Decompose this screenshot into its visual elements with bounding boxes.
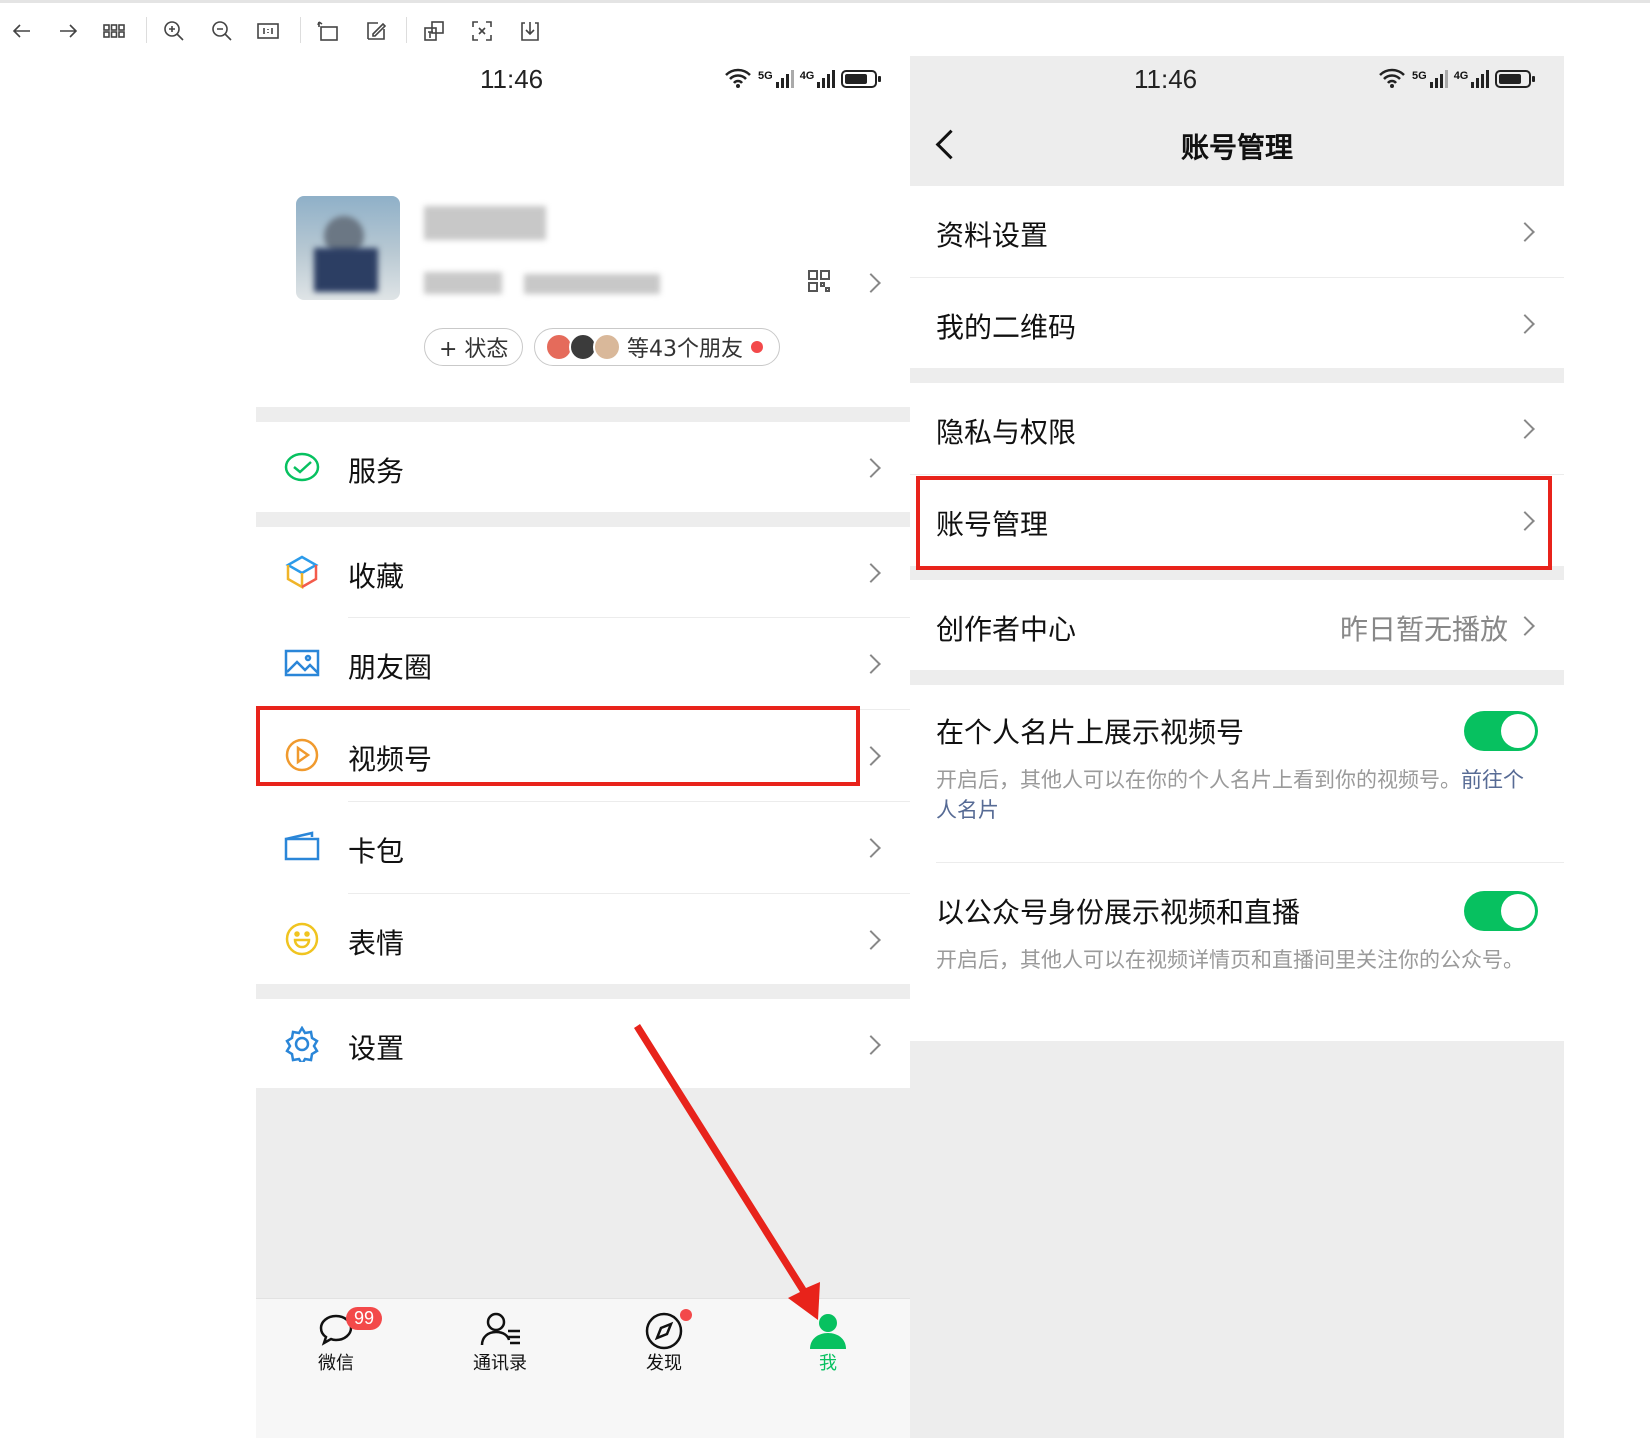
- highlight-box-account-management: [916, 476, 1552, 570]
- signal-5g-icon: 5G: [1412, 70, 1448, 88]
- chevron-right-icon: [1515, 314, 1535, 334]
- status-icons: 5G 4G: [724, 68, 882, 88]
- chevron-right-icon: [1515, 222, 1535, 242]
- zoom-out-icon[interactable]: [206, 15, 238, 47]
- battery-icon: [1495, 70, 1536, 88]
- back-arrow-icon[interactable]: [6, 15, 38, 47]
- profile-chevron-icon[interactable]: [861, 273, 881, 293]
- grid-icon[interactable]: [98, 15, 130, 47]
- unread-badge: 99: [346, 1307, 383, 1330]
- status-icons: 5G 4G: [1378, 68, 1536, 88]
- add-status-button[interactable]: + 状态: [424, 328, 524, 366]
- signal-4g-icon: 4G: [800, 70, 836, 88]
- menu-item-card-wallet[interactable]: 卡包: [256, 802, 910, 893]
- chevron-right-icon: [861, 930, 881, 950]
- signal-4g-icon: 4G: [1454, 70, 1490, 88]
- chevron-right-icon: [1515, 616, 1535, 636]
- official-account-toggle[interactable]: [1464, 891, 1538, 931]
- favorites-cube-icon: [284, 554, 320, 594]
- chevron-right-icon: [861, 458, 881, 478]
- wechat-id-redacted: [424, 272, 502, 294]
- wechat-id-redacted-2: [524, 274, 660, 294]
- item-profile-settings[interactable]: 资料设置: [910, 186, 1564, 277]
- card-wallet-icon: [284, 829, 320, 869]
- highlight-box-channels: [256, 706, 860, 786]
- account-management-screen: 11:46 5G 4G 账号管理 资料设置 我的二维码 隐私与权限 账号管理 创…: [910, 56, 1564, 1438]
- sticker-smile-icon: [284, 921, 320, 961]
- menu-item-favorites[interactable]: 收藏: [256, 527, 910, 617]
- chevron-right-icon: [861, 654, 881, 674]
- chevron-right-icon: [1515, 419, 1535, 439]
- forward-arrow-icon[interactable]: [52, 15, 84, 47]
- contacts-icon: [480, 1312, 520, 1346]
- page-title: 账号管理: [1180, 131, 1293, 164]
- settings-gear-icon: [284, 1025, 320, 1067]
- menu-item-moments[interactable]: 朋友圈: [256, 618, 910, 709]
- qrcode-icon[interactable]: [808, 270, 830, 296]
- scan-icon[interactable]: [466, 15, 498, 47]
- zoom-in-icon[interactable]: [158, 15, 190, 47]
- battery-icon: [841, 70, 882, 88]
- menu-item-stickers[interactable]: 表情: [256, 894, 910, 984]
- item-my-qrcode[interactable]: 我的二维码: [910, 278, 1564, 368]
- show-channels-toggle[interactable]: [1464, 711, 1538, 751]
- toggle-group: 在个人名片上展示视频号 开启后，其他人可以在你的个人名片上看到你的视频号。前往个…: [910, 685, 1564, 1041]
- friends-status-pill[interactable]: 等43个朋友: [534, 328, 780, 366]
- official-account-desc: 开启后，其他人可以在视频详情页和直播间里关注你的公众号。: [936, 948, 1524, 972]
- translate-icon[interactable]: [418, 15, 450, 47]
- actual-size-icon[interactable]: [252, 15, 284, 47]
- status-time: 11:46: [1134, 64, 1198, 94]
- chevron-right-icon: [861, 563, 881, 583]
- nickname-redacted: [424, 206, 546, 240]
- unread-dot: [751, 341, 763, 353]
- creator-center-value: 昨日暂无播放: [1340, 613, 1509, 646]
- signal-5g-icon: 5G: [758, 70, 794, 88]
- item-creator-center[interactable]: 创作者中心 昨日暂无播放: [910, 580, 1564, 670]
- status-time: 11:46: [480, 64, 544, 94]
- wifi-icon: [1379, 68, 1405, 88]
- item-privacy[interactable]: 隐私与权限: [910, 383, 1564, 474]
- annotation-arrow: [634, 1024, 820, 1320]
- friend-avatar-icon: [593, 333, 621, 361]
- chevron-right-icon: [861, 1035, 881, 1055]
- show-channels-desc: 开启后，其他人可以在你的个人名片上看到你的视频号。前往个人名片: [936, 768, 1524, 822]
- edit-icon[interactable]: [360, 15, 392, 47]
- download-icon[interactable]: [514, 15, 546, 47]
- avatar[interactable]: [296, 196, 400, 300]
- chevron-right-icon: [861, 838, 881, 858]
- menu-item-service[interactable]: 服务: [256, 422, 910, 512]
- wifi-icon: [725, 68, 751, 88]
- moments-picture-icon: [284, 645, 320, 685]
- chevron-right-icon: [861, 746, 881, 766]
- service-icon: [284, 449, 320, 489]
- viewer-toolbar: [0, 0, 1650, 57]
- rotate-icon[interactable]: [312, 15, 344, 47]
